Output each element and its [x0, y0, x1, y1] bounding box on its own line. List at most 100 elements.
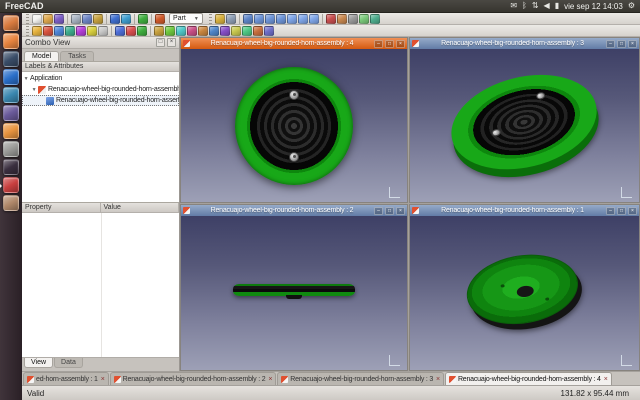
launcher-libreoffice-calc-icon[interactable] — [3, 87, 19, 103]
close-tab-icon[interactable]: × — [436, 376, 440, 383]
measure-angular-icon[interactable] — [337, 14, 347, 24]
refresh-icon[interactable] — [138, 14, 148, 24]
boolean-union-icon[interactable] — [115, 26, 125, 36]
copy-icon[interactable] — [82, 14, 92, 24]
close-tab-icon[interactable]: × — [101, 376, 105, 383]
fit-all-icon[interactable] — [215, 14, 225, 24]
close-tab-icon[interactable]: × — [604, 376, 608, 383]
mirror-icon[interactable] — [176, 26, 186, 36]
viewport-2-titlebar[interactable]: Renacuajo-wheel-big-rounded-horn-assembl… — [181, 205, 407, 216]
expander-icon[interactable]: ▼ — [22, 76, 30, 82]
thickness-icon[interactable] — [264, 26, 274, 36]
part-sphere-icon[interactable] — [54, 26, 64, 36]
view-left-icon[interactable] — [309, 14, 319, 24]
expander-icon[interactable]: ▼ — [30, 87, 38, 93]
extrude-icon[interactable] — [154, 26, 164, 36]
part-cylinder-icon[interactable] — [43, 26, 53, 36]
revolve-icon[interactable] — [165, 26, 175, 36]
close-button[interactable]: × — [396, 207, 405, 215]
close-button[interactable]: × — [396, 40, 405, 48]
close-button[interactable]: × — [628, 207, 637, 215]
close-button[interactable]: × — [628, 40, 637, 48]
launcher-gimp-icon[interactable] — [3, 195, 19, 211]
viewport-3-titlebar[interactable]: Renacuajo-wheel-big-rounded-horn-assembl… — [410, 38, 639, 49]
part-primitives-icon[interactable] — [87, 26, 97, 36]
wheel-model-isometric-view[interactable] — [441, 60, 608, 191]
fillet-icon[interactable] — [187, 26, 197, 36]
offset-icon[interactable] — [253, 26, 263, 36]
part-torus-icon[interactable] — [76, 26, 86, 36]
tree-item-assembly[interactable]: ▼ Renacuajo-wheel-big-rounded-horn-assem… — [22, 84, 179, 95]
view-isometric-icon[interactable] — [243, 14, 253, 24]
3d-view-top[interactable] — [181, 49, 407, 202]
section-icon[interactable] — [231, 26, 241, 36]
messaging-menu-icon[interactable]: ✉ — [510, 0, 517, 12]
maximize-button[interactable]: □ — [617, 40, 626, 48]
bluetooth-icon[interactable]: ᛒ — [522, 0, 527, 12]
launcher-ubuntu-software-center-icon[interactable] — [3, 123, 19, 139]
viewport-4-titlebar[interactable]: Renacuajo-wheel-big-rounded-horn-assembl… — [181, 38, 407, 49]
wheel-model-bottom-view[interactable] — [461, 246, 587, 339]
launcher-libreoffice-impress-icon[interactable] — [3, 105, 19, 121]
measure-linear-icon[interactable] — [326, 14, 336, 24]
screw-head[interactable] — [289, 152, 299, 162]
3d-view-front[interactable] — [181, 216, 407, 370]
value-column-header[interactable]: Value — [101, 203, 180, 212]
part-shapebuilder-icon[interactable] — [98, 26, 108, 36]
undo-icon[interactable] — [110, 14, 120, 24]
network-icon[interactable]: ⇅ — [532, 0, 539, 12]
view-right-icon[interactable] — [276, 14, 286, 24]
measure-toggle-icon[interactable] — [359, 14, 369, 24]
measure-clear-icon[interactable] — [348, 14, 358, 24]
launcher-terminal-icon[interactable] — [3, 159, 19, 175]
viewport-1-titlebar[interactable]: Renacuajo-wheel-big-rounded-horn-assembl… — [410, 205, 639, 216]
wheel-model-top-view[interactable] — [235, 67, 353, 185]
window-tab-3[interactable]: Renacuajo-wheel-big-rounded-horn-assembl… — [277, 372, 444, 385]
close-tab-icon[interactable]: × — [268, 376, 272, 383]
open-file-icon[interactable] — [43, 14, 53, 24]
wheel-model-front-view[interactable] — [233, 284, 355, 300]
chamfer-icon[interactable] — [198, 26, 208, 36]
sweep-icon[interactable] — [220, 26, 230, 36]
clock-indicator[interactable]: vie sep 12 14:03 — [564, 2, 623, 11]
minimize-button[interactable]: – — [374, 207, 383, 215]
launcher-libreoffice-writer-icon[interactable] — [3, 69, 19, 85]
session-menu-icon[interactable]: ⚙ — [628, 0, 635, 12]
loft-icon[interactable] — [209, 26, 219, 36]
measure-toggle-3d-icon[interactable] — [370, 14, 380, 24]
view-front-icon[interactable] — [254, 14, 264, 24]
minimize-button[interactable]: – — [606, 207, 615, 215]
launcher-ubuntu-one-icon[interactable] — [3, 51, 19, 67]
new-document-icon[interactable] — [32, 14, 42, 24]
tree-item-assembly-final[interactable]: Renacuajo-wheel-big-rounded-horn-assembl… — [22, 95, 179, 106]
maximize-button[interactable]: □ — [385, 207, 394, 215]
view-rear-icon[interactable] — [287, 14, 297, 24]
launcher-system-settings-icon[interactable] — [3, 141, 19, 157]
workbench-selector[interactable]: Part ▼ — [169, 13, 203, 24]
draw-style-icon[interactable] — [226, 14, 236, 24]
window-tab-1[interactable]: ed-horn-assembly : 1 × — [23, 372, 109, 385]
tab-data[interactable]: Data — [54, 358, 83, 368]
tree-root-application[interactable]: ▼ Application — [22, 73, 179, 84]
volume-icon[interactable]: ◀ — [544, 0, 550, 12]
part-box-icon[interactable] — [32, 26, 42, 36]
boolean-cut-icon[interactable] — [126, 26, 136, 36]
part-cone-icon[interactable] — [65, 26, 75, 36]
combo-view-titlebar[interactable]: Combo View □ × — [22, 37, 179, 49]
screw-head[interactable] — [289, 90, 299, 100]
boolean-common-icon[interactable] — [137, 26, 147, 36]
paste-icon[interactable] — [93, 14, 103, 24]
save-icon[interactable] — [54, 14, 64, 24]
tab-view[interactable]: View — [24, 358, 53, 368]
cut-icon[interactable] — [71, 14, 81, 24]
property-table-body[interactable] — [22, 213, 179, 358]
window-tab-4[interactable]: Renacuajo-wheel-big-rounded-horn-assembl… — [445, 372, 612, 385]
maximize-button[interactable]: □ — [385, 40, 394, 48]
workbench-icon[interactable] — [155, 14, 165, 24]
minimize-button[interactable]: – — [606, 40, 615, 48]
tab-model[interactable]: Model — [24, 51, 59, 61]
3d-view-bottom-isometric[interactable] — [410, 216, 639, 370]
view-top-icon[interactable] — [265, 14, 275, 24]
launcher-files-icon[interactable] — [3, 15, 19, 31]
minimize-button[interactable]: – — [374, 40, 383, 48]
